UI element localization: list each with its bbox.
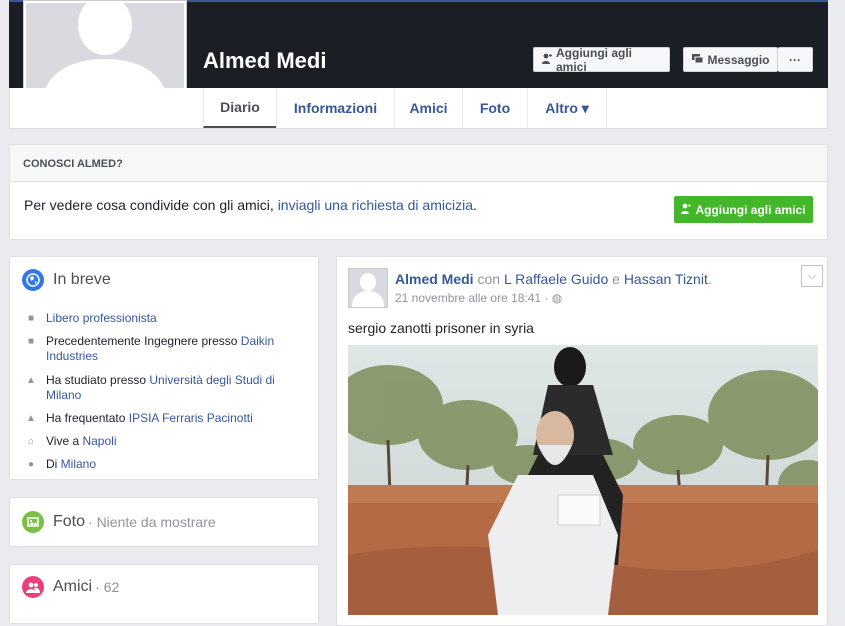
briefcase-icon: ■ [27, 336, 35, 347]
add-friend-label: Aggiungi agli amici [556, 45, 632, 74]
profile-tabs: Diario Informazioni Amici Foto Altro ▾ [9, 88, 828, 129]
message-label: Messaggio [707, 52, 770, 67]
tab-informazioni[interactable]: Informazioni [276, 88, 394, 128]
post-image [348, 345, 818, 615]
photos-box[interactable]: Foto · Niente da mostrare [9, 497, 319, 547]
post-author-avatar[interactable] [348, 268, 388, 308]
friends-title: Amici · 62 [22, 576, 119, 598]
intro-box: In breve ■ Libero professionista ■ Precede… [9, 256, 319, 480]
post-text: sergio zanotti prisoner in syria [348, 320, 534, 336]
globe-icon: ◍ [551, 291, 563, 305]
tab-diario[interactable]: Diario [203, 88, 276, 128]
intro-item-from: ● Di Milano [24, 457, 309, 472]
intro-item-lives-in: ⌂ Vive a Napoli [24, 434, 309, 449]
graduation-cap-icon: ▲ [26, 375, 36, 386]
tagged-friend-link[interactable]: L Raffaele Guido [504, 271, 608, 287]
chevron-down-icon[interactable]: ⌵ [801, 265, 823, 287]
message-icon [691, 53, 704, 67]
globe-icon [22, 269, 44, 291]
more-icon: ··· [789, 52, 801, 67]
tab-amici[interactable]: Amici [394, 88, 462, 128]
add-friend-icon [542, 53, 552, 67]
post-timestamp[interactable]: 21 novembre alle ore 18:41 · [395, 291, 552, 305]
graduation-cap-icon: ▲ [26, 413, 36, 424]
add-friend-button[interactable]: Aggiungi agli amici [533, 45, 670, 74]
friend-request-prompt: CONOSCI ALMED? Per vedere cosa condivide… [9, 144, 828, 240]
profile-name[interactable]: Almed Medi [203, 48, 326, 74]
intro-item-work: ■ Libero professionista [24, 311, 309, 326]
friends-box[interactable]: Amici · 62 [9, 564, 319, 624]
photos-title: Foto · Niente da mostrare [22, 511, 216, 533]
add-friend-icon [681, 203, 692, 217]
message-button[interactable]: Messaggio [683, 47, 778, 72]
send-friend-request-link[interactable]: inviagli una richiesta di amicizia [278, 197, 473, 213]
add-friend-green-button[interactable]: Aggiungi agli amici [674, 196, 813, 223]
intro-item-university: ▲ Ha studiato presso Università degli Stu… [24, 373, 309, 403]
tagged-friend-link[interactable]: Hassan Tiznit [624, 271, 708, 287]
post-header: Almed Medi con L Raffaele Guido e Hassan… [395, 271, 712, 287]
post-author-link[interactable]: Almed Medi [395, 271, 474, 287]
prompt-title: CONOSCI ALMED? [10, 145, 827, 182]
timeline-post: Almed Medi con L Raffaele Guido e Hassan… [336, 256, 828, 626]
more-options-button[interactable]: ··· [778, 47, 813, 72]
friends-icon [22, 576, 44, 598]
post-photo[interactable] [348, 345, 818, 615]
intro-item-school: ▲ Ha frequentato IPSIA Ferraris Pacinotti [24, 411, 309, 426]
intro-title: In breve [22, 269, 111, 291]
friends-count: · 62 [95, 579, 120, 595]
photos-empty-note: · Niente da mostrare [88, 514, 216, 530]
photo-icon [22, 511, 44, 533]
home-icon: ⌂ [27, 436, 35, 447]
location-pin-icon: ● [27, 459, 35, 470]
intro-item-previous-work: ■ Precedentemente Ingegnere presso Daikin… [24, 334, 309, 364]
tab-altro[interactable]: Altro ▾ [527, 88, 607, 128]
briefcase-icon: ■ [27, 313, 35, 324]
tab-foto[interactable]: Foto [462, 88, 527, 128]
post-meta: 21 novembre alle ore 18:41 · ◍ [395, 291, 562, 305]
